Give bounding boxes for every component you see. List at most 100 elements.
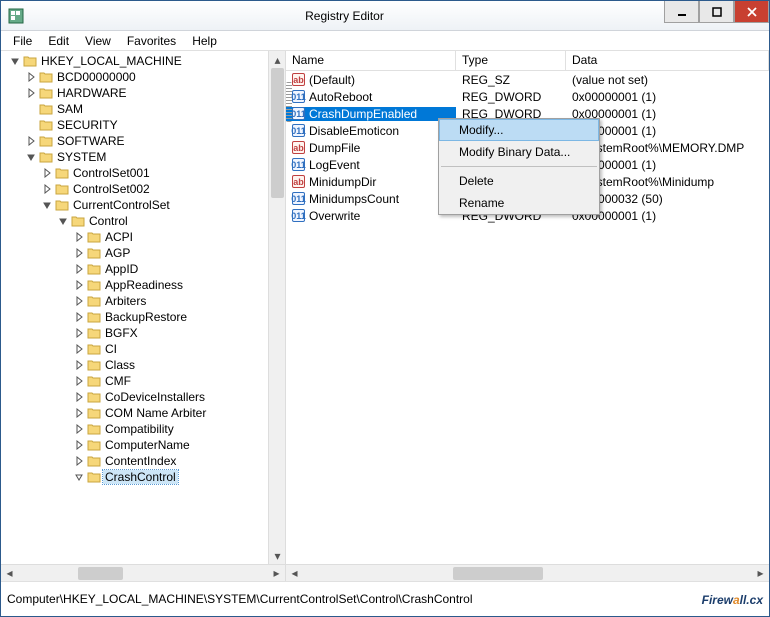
binary-value-icon: 011: [292, 158, 305, 171]
expander-open-icon[interactable]: [73, 471, 85, 483]
folder-icon: [71, 215, 85, 227]
splitter-handle[interactable]: [286, 82, 292, 122]
tree-node[interactable]: SYSTEM: [25, 149, 285, 165]
tree-node[interactable]: BackupRestore: [73, 309, 285, 325]
tree-node[interactable]: AppID: [73, 261, 285, 277]
expander-open-icon[interactable]: [25, 151, 37, 163]
scroll-thumb[interactable]: [453, 567, 543, 580]
value-row[interactable]: ab(Default)REG_SZ(value not set): [286, 71, 769, 88]
tree-node[interactable]: AGP: [73, 245, 285, 261]
expander-closed-icon[interactable]: [73, 295, 85, 307]
tree-node[interactable]: SECURITY: [25, 117, 285, 133]
expander-closed-icon[interactable]: [73, 359, 85, 371]
scroll-right-arrow-icon[interactable]: ▸: [268, 565, 285, 582]
column-data[interactable]: Data: [566, 51, 769, 70]
expander-closed-icon[interactable]: [73, 279, 85, 291]
expander-closed-icon[interactable]: [73, 247, 85, 259]
minimize-button[interactable]: [664, 1, 699, 23]
folder-icon: [87, 247, 101, 259]
value-name: Overwrite: [309, 209, 360, 223]
context-delete[interactable]: Delete: [439, 170, 599, 192]
value-row[interactable]: 011AutoRebootREG_DWORD0x00000001 (1): [286, 88, 769, 105]
tree-node[interactable]: CurrentControlSet: [41, 197, 285, 213]
expander-closed-icon[interactable]: [41, 183, 53, 195]
tree-node[interactable]: AppReadiness: [73, 277, 285, 293]
folder-icon: [39, 103, 53, 115]
tree-node-label: CMF: [103, 374, 133, 388]
tree-node[interactable]: CMF: [73, 373, 285, 389]
expander-closed-icon[interactable]: [25, 71, 37, 83]
expander-open-icon[interactable]: [57, 215, 69, 227]
folder-icon: [39, 151, 53, 163]
value-data: (value not set): [566, 73, 769, 87]
value-type: REG_SZ: [456, 73, 566, 87]
expander-closed-icon[interactable]: [73, 455, 85, 467]
context-rename[interactable]: Rename: [439, 192, 599, 214]
folder-icon: [39, 71, 53, 83]
column-type[interactable]: Type: [456, 51, 566, 70]
column-name[interactable]: Name: [286, 51, 456, 70]
expander-open-icon[interactable]: [9, 55, 21, 67]
tree-node[interactable]: ControlSet001: [41, 165, 285, 181]
value-data: 0x00000001 (1): [566, 90, 769, 104]
menu-edit[interactable]: Edit: [40, 32, 77, 50]
close-button[interactable]: [734, 1, 769, 23]
scroll-left-arrow-icon[interactable]: ◂: [1, 565, 18, 582]
tree-node[interactable]: SOFTWARE: [25, 133, 285, 149]
tree-node[interactable]: Control: [57, 213, 285, 229]
scroll-down-arrow-icon[interactable]: ▾: [269, 547, 286, 564]
menu-favorites[interactable]: Favorites: [119, 32, 184, 50]
tree-node[interactable]: HKEY_LOCAL_MACHINE: [9, 53, 285, 69]
menu-file[interactable]: File: [5, 32, 40, 50]
expander-closed-icon[interactable]: [25, 87, 37, 99]
registry-tree[interactable]: HKEY_LOCAL_MACHINEBCD00000000HARDWARESAM…: [9, 53, 285, 485]
expander-closed-icon[interactable]: [73, 231, 85, 243]
tree-node[interactable]: Arbiters: [73, 293, 285, 309]
expander-closed-icon[interactable]: [73, 407, 85, 419]
tree-node-label: ContentIndex: [103, 454, 178, 468]
tree-node[interactable]: SAM: [25, 101, 285, 117]
tree-node-label: Compatibility: [103, 422, 176, 436]
expander-closed-icon[interactable]: [73, 391, 85, 403]
expander-open-icon[interactable]: [41, 199, 53, 211]
tree-node-label: SOFTWARE: [55, 134, 127, 148]
tree-node-label: ControlSet002: [71, 182, 152, 196]
folder-icon: [87, 407, 101, 419]
expander-closed-icon[interactable]: [73, 263, 85, 275]
tree-node[interactable]: CI: [73, 341, 285, 357]
expander-closed-icon[interactable]: [73, 439, 85, 451]
tree-node[interactable]: Compatibility: [73, 421, 285, 437]
tree-node[interactable]: BGFX: [73, 325, 285, 341]
tree-horizontal-scrollbar[interactable]: ◂ ▸: [1, 564, 285, 581]
expander-closed-icon[interactable]: [73, 375, 85, 387]
tree-node[interactable]: HARDWARE: [25, 85, 285, 101]
list-horizontal-scrollbar[interactable]: ◂ ▸: [286, 564, 769, 581]
expander-closed-icon[interactable]: [25, 135, 37, 147]
tree-node[interactable]: BCD00000000: [25, 69, 285, 85]
context-modify-binary[interactable]: Modify Binary Data...: [439, 141, 599, 163]
expander-closed-icon[interactable]: [73, 343, 85, 355]
tree-node[interactable]: ComputerName: [73, 437, 285, 453]
tree-node[interactable]: ContentIndex: [73, 453, 285, 469]
expander-closed-icon[interactable]: [73, 311, 85, 323]
scroll-left-arrow-icon[interactable]: ◂: [286, 565, 303, 582]
scroll-right-arrow-icon[interactable]: ▸: [752, 565, 769, 582]
scroll-thumb[interactable]: [271, 68, 284, 198]
expander-closed-icon[interactable]: [73, 327, 85, 339]
expander-closed-icon[interactable]: [73, 423, 85, 435]
tree-node[interactable]: CrashControl: [73, 469, 285, 485]
context-modify[interactable]: Modify...: [439, 119, 599, 141]
maximize-button[interactable]: [699, 1, 734, 23]
tree-node[interactable]: ACPI: [73, 229, 285, 245]
tree-node[interactable]: Class: [73, 357, 285, 373]
scroll-thumb[interactable]: [78, 567, 123, 580]
tree-node[interactable]: CoDeviceInstallers: [73, 389, 285, 405]
menu-help[interactable]: Help: [184, 32, 225, 50]
tree-node-label: CrashControl: [103, 470, 178, 484]
expander-closed-icon[interactable]: [41, 167, 53, 179]
tree-node[interactable]: COM Name Arbiter: [73, 405, 285, 421]
tree-node[interactable]: ControlSet002: [41, 181, 285, 197]
menu-view[interactable]: View: [77, 32, 119, 50]
scroll-up-arrow-icon[interactable]: ▴: [269, 51, 286, 68]
tree-vertical-scrollbar[interactable]: ▴ ▾: [268, 51, 285, 564]
